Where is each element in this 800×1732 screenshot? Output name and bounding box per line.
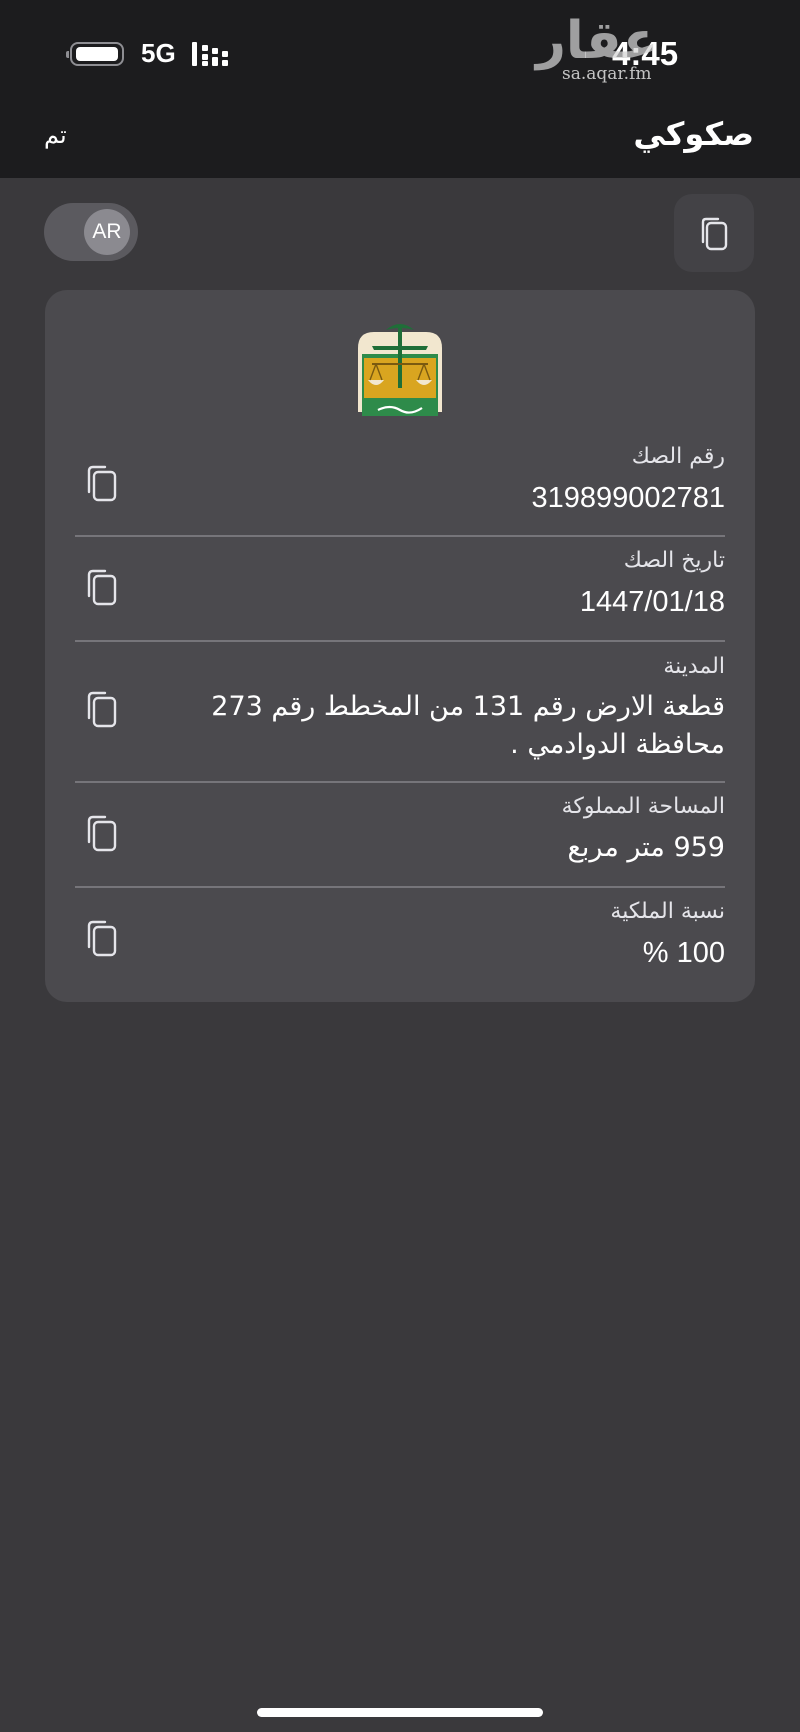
city-field: المدينة قطعة الارض رقم 131 من المخطط رقم… — [75, 652, 725, 764]
copy-icon[interactable] — [81, 688, 121, 732]
field-value: 319899002781 — [531, 482, 725, 514]
copy-icon[interactable] — [81, 812, 121, 856]
divider — [75, 535, 725, 537]
watermark-logo-text: عقار — [536, 11, 659, 71]
field-label: المساحة المملوكة — [561, 794, 725, 819]
watermark-url: sa.aqar.fm — [562, 64, 652, 84]
divider — [75, 781, 725, 783]
copy-icon[interactable] — [81, 917, 121, 961]
battery-icon — [66, 42, 124, 66]
language-toggle[interactable]: AR — [44, 203, 138, 261]
divider — [75, 640, 725, 642]
field-label: تاريخ الصك — [623, 548, 725, 573]
field-value: قطعة الارض رقم 131 من المخطط رقم 273 محا… — [211, 691, 725, 760]
status-bar: 5G 4:45 عقار sa.aqar.fm — [0, 0, 800, 100]
field-value: 1447/01/18 — [579, 586, 725, 618]
page-title: صكوكي — [633, 115, 754, 153]
field-label: المدينة — [663, 654, 725, 679]
signal-strength-icon — [192, 42, 228, 66]
divider — [75, 886, 725, 888]
field-value: 100 % — [642, 937, 725, 969]
copy-all-button[interactable] — [674, 194, 754, 272]
field-label: نسبة الملكية — [610, 899, 725, 924]
language-toggle-knob: AR — [84, 209, 130, 255]
copy-icon[interactable] — [81, 462, 121, 506]
deed-number-field: رقم الصك 319899002781 — [75, 442, 725, 520]
copy-icon[interactable] — [81, 566, 121, 610]
owned-area-field: المساحة المملوكة 959 متر مربع — [75, 792, 725, 870]
done-button[interactable]: تم — [44, 120, 67, 150]
field-value: 959 متر مربع — [567, 832, 725, 863]
ownership-percentage-field: نسبة الملكية 100 % — [75, 897, 725, 975]
network-type: 5G — [141, 38, 176, 68]
home-indicator[interactable] — [257, 1708, 543, 1717]
copy-icon — [701, 217, 728, 251]
deed-date-field: تاريخ الصك 1447/01/18 — [75, 546, 725, 624]
field-label: رقم الصك — [631, 444, 725, 469]
ministry-of-justice-emblem — [358, 324, 442, 416]
